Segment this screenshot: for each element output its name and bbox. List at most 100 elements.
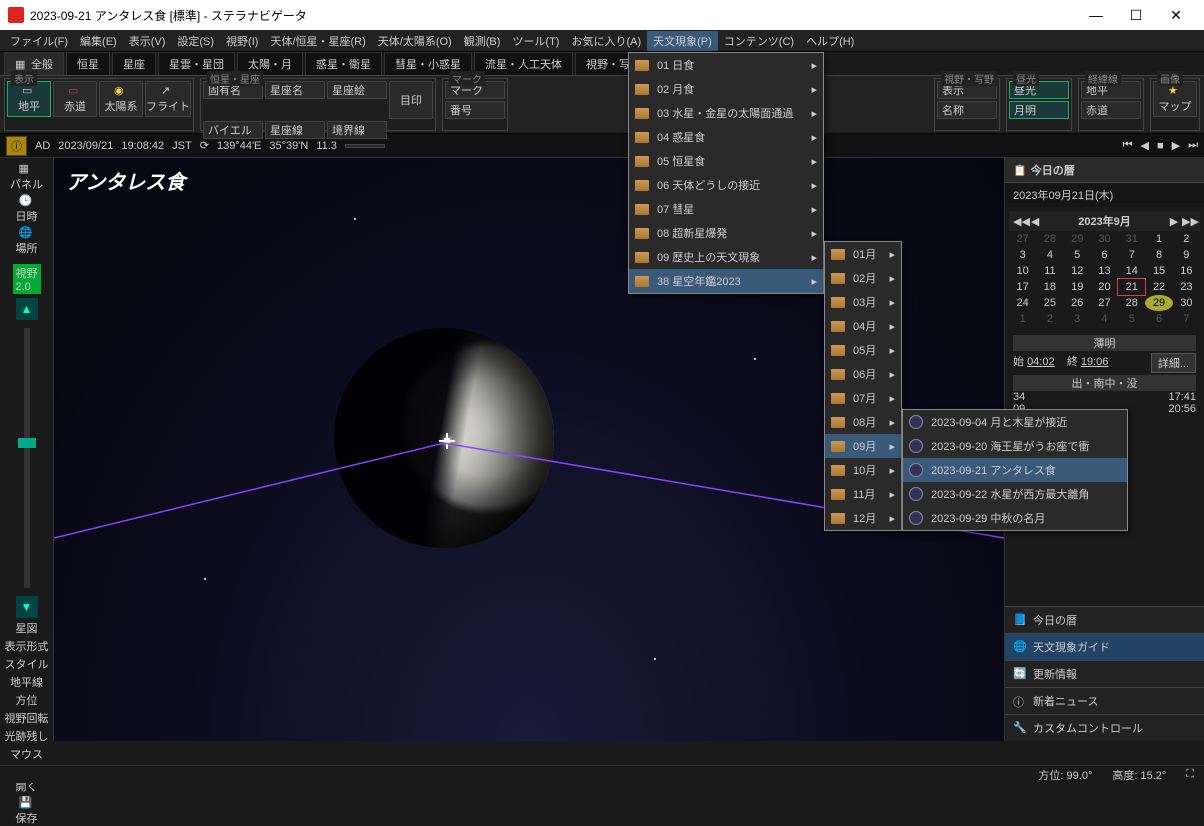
menu-tools[interactable]: ツール(T) (506, 31, 565, 51)
menu-item[interactable]: 38 星空年鑑2023▸ (629, 269, 823, 293)
menu-item[interactable]: 08 超新星爆発▸ (629, 221, 823, 245)
menu-view[interactable]: 表示(V) (123, 31, 172, 51)
menu-fov[interactable]: 視野(I) (220, 31, 264, 51)
cal-cell[interactable]: 23 (1173, 279, 1200, 295)
menu-item[interactable]: 07 彗星▸ (629, 197, 823, 221)
menu-favorites[interactable]: お気に入り(A) (565, 31, 647, 51)
menu-settings[interactable]: 設定(S) (171, 31, 220, 51)
cal-cell[interactable]: 21 (1118, 279, 1145, 295)
btn-grid-equator[interactable]: 赤道 (1081, 101, 1141, 119)
menu-item[interactable]: 05 恒星食▸ (629, 149, 823, 173)
link-updates[interactable]: 🔄更新情報 (1005, 660, 1204, 687)
menu-item[interactable]: 01 日食▸ (629, 53, 823, 77)
maximize-button[interactable]: ☐ (1116, 7, 1156, 24)
btn-solarsystem[interactable]: ◉太陽系 (99, 81, 143, 117)
menu-item[interactable]: 04 惑星食▸ (629, 125, 823, 149)
menu-item-month[interactable]: 07月▸ (825, 386, 901, 410)
cal-cell[interactable]: 7 (1173, 311, 1200, 327)
btn-constname[interactable]: 星座名 (265, 81, 325, 99)
cal-cell[interactable]: 30 (1173, 295, 1200, 311)
era[interactable]: AD (35, 140, 50, 152)
cal-cell[interactable]: 26 (1064, 295, 1091, 311)
btn-constfig[interactable]: 星座絵 (327, 81, 387, 99)
cal-cell[interactable]: 2 (1173, 231, 1200, 247)
cal-cell[interactable]: 29 (1064, 231, 1091, 247)
menu-item-month[interactable]: 10月▸ (825, 458, 901, 482)
cal-cell[interactable]: 1 (1009, 311, 1036, 327)
tab-meteors[interactable]: 流星・人工天体 (474, 52, 573, 75)
ls-trails[interactable]: 光跡残し (4, 728, 50, 744)
cal-cell[interactable]: 20 (1091, 279, 1118, 295)
cal-grid[interactable]: 2728293031123456789101112131415161718192… (1009, 231, 1200, 327)
menu-edit[interactable]: 編集(E) (74, 31, 123, 51)
cal-cell[interactable]: 27 (1091, 295, 1118, 311)
btn-boundary[interactable]: 境界線 (327, 121, 387, 139)
cal-cell[interactable]: 3 (1064, 311, 1091, 327)
menu-item-month[interactable]: 08月▸ (825, 410, 901, 434)
link-custom[interactable]: 🔧カスタムコントロール (1005, 714, 1204, 741)
cal-cell[interactable]: 15 (1145, 263, 1172, 279)
cal-cell[interactable]: 25 (1036, 295, 1063, 311)
detail-button[interactable]: 詳細... (1151, 353, 1196, 373)
phenomena-menu[interactable]: 01 日食▸02 月食▸03 水星・金星の太陽面通過▸04 惑星食▸05 恒星食… (628, 52, 824, 294)
play-last[interactable]: ⏭ (1188, 139, 1198, 152)
cal-cell[interactable]: 24 (1009, 295, 1036, 311)
btn-constline[interactable]: 星座線 (265, 121, 325, 139)
menu-item-event[interactable]: 2023-09-04 月と木星が接近 (903, 410, 1127, 434)
ls-displayformat[interactable]: 表示形式 (4, 638, 50, 654)
cal-cell[interactable]: 18 (1036, 279, 1063, 295)
months-submenu[interactable]: 01月▸02月▸03月▸04月▸05月▸06月▸07月▸08月▸09月▸10月▸… (824, 241, 902, 531)
fov-slider-thumb[interactable] (18, 438, 36, 448)
now-icon[interactable]: ⟳ (200, 139, 209, 152)
btn-moonlight[interactable]: 月明 (1009, 101, 1069, 119)
tz[interactable]: JST (172, 140, 192, 152)
cal-cell[interactable]: 17 (1009, 279, 1036, 295)
ls-location[interactable]: 🌐場所 (4, 226, 50, 256)
time[interactable]: 19:08:42 (121, 140, 164, 152)
fov-slider[interactable] (24, 328, 30, 588)
link-guide[interactable]: 🌐天文現象ガイド (1005, 633, 1204, 660)
play-next[interactable]: ▶ (1172, 139, 1180, 152)
btn-flight[interactable]: ↗フライト (145, 81, 191, 117)
menu-help[interactable]: ヘルプ(H) (800, 31, 860, 51)
btn-fov-name[interactable]: 名称 (937, 101, 997, 119)
cal-cell[interactable]: 16 (1173, 263, 1200, 279)
cal-cell[interactable]: 4 (1091, 311, 1118, 327)
cal-cell[interactable]: 14 (1118, 263, 1145, 279)
menu-item[interactable]: 03 水星・金星の太陽面通過▸ (629, 101, 823, 125)
menu-item-event[interactable]: 2023-09-29 中秋の名月 (903, 506, 1127, 530)
cal-cell[interactable]: 3 (1009, 247, 1036, 263)
menu-item-month[interactable]: 12月▸ (825, 506, 901, 530)
cal-cell[interactable]: 7 (1118, 247, 1145, 263)
cal-cell[interactable]: 27 (1009, 231, 1036, 247)
menu-item-month[interactable]: 09月▸ (825, 434, 901, 458)
cal-cell[interactable]: 11 (1036, 263, 1063, 279)
ls-panel[interactable]: ▦パネル (4, 162, 50, 192)
menu-observe[interactable]: 観測(B) (458, 31, 507, 51)
menu-item-month[interactable]: 03月▸ (825, 290, 901, 314)
menu-item-month[interactable]: 05月▸ (825, 338, 901, 362)
cal-cell[interactable]: 22 (1145, 279, 1172, 295)
link-almanac[interactable]: 📘今日の暦 (1005, 606, 1204, 633)
ls-horizon[interactable]: 地平線 (4, 674, 50, 690)
cal-cell[interactable]: 8 (1145, 247, 1172, 263)
cal-cell[interactable]: 6 (1091, 247, 1118, 263)
ls-style[interactable]: スタイル (4, 656, 50, 672)
cal-cell[interactable]: 10 (1009, 263, 1036, 279)
ls-direction[interactable]: 方位 (4, 692, 50, 708)
play-stop[interactable]: ■ (1157, 140, 1164, 152)
cal-cell[interactable]: 9 (1173, 247, 1200, 263)
menu-solarsystem[interactable]: 天体/太陽系(O) (372, 31, 458, 51)
play-prev[interactable]: ◀ (1141, 139, 1149, 152)
tab-stars[interactable]: 恒星 (66, 52, 110, 75)
fullscreen-icon[interactable]: ⛶ (1186, 768, 1194, 781)
cal-cell[interactable]: 30 (1091, 231, 1118, 247)
cal-cell[interactable]: 29 (1145, 295, 1172, 311)
cal-cell[interactable]: 12 (1064, 263, 1091, 279)
date[interactable]: 2023/09/21 (58, 140, 113, 152)
btn-equator[interactable]: ▭赤道 (53, 81, 97, 117)
tab-constellations[interactable]: 星座 (112, 52, 156, 75)
cal-prev[interactable]: ◀◀◀ (1013, 215, 1042, 228)
menu-contents[interactable]: コンテンツ(C) (718, 31, 800, 51)
btn-landmark[interactable]: 目印 (389, 81, 433, 119)
